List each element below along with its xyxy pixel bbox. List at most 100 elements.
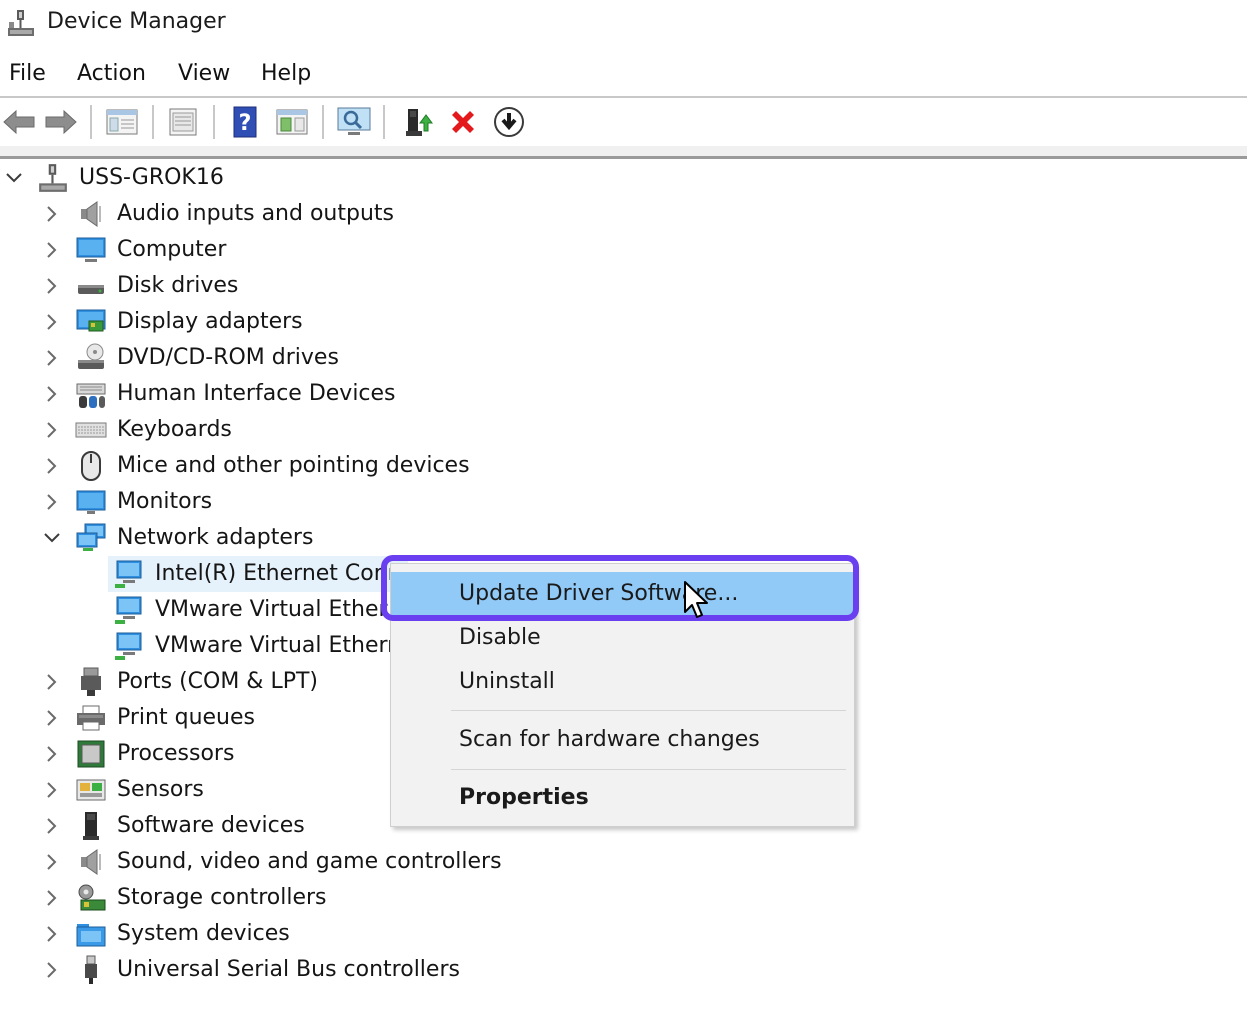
tree-root-label: USS-GROK16 [79, 165, 224, 190]
chevron-right-icon[interactable] [41, 772, 63, 808]
tree-item-label: DVD/CD-ROM drives [117, 345, 339, 370]
disk-drive-icon [78, 285, 104, 294]
chevron-right-icon[interactable] [41, 952, 63, 988]
context-menu-uninstall[interactable]: Uninstall [391, 660, 854, 704]
tree-item-label: Sound, video and game controllers [117, 849, 502, 874]
scan-monitor-icon [337, 107, 371, 135]
show-hide-console-tree-button[interactable] [103, 103, 141, 141]
tree-item-label: Ports (COM & LPT) [117, 669, 318, 694]
action-pane-icon [276, 109, 308, 135]
tree-item-label: System devices [117, 921, 290, 946]
menu-view[interactable]: View [178, 56, 230, 92]
printer-icon [77, 705, 105, 731]
tree-item-label: Display adapters [117, 309, 303, 334]
tree-item-label: Mice and other pointing devices [117, 453, 470, 478]
system-folder-icon [76, 924, 106, 947]
speaker-icon [81, 849, 101, 875]
chevron-right-icon[interactable] [41, 340, 63, 376]
usb-icon [85, 955, 97, 984]
svg-text:?: ? [239, 111, 252, 136]
processor-icon [77, 740, 105, 768]
annotation-highlight-box [381, 555, 859, 621]
help-book-icon: ? [233, 106, 257, 138]
chevron-right-icon[interactable] [41, 916, 63, 952]
properties-sheet-icon [169, 108, 197, 136]
storage-controller-icon [78, 884, 106, 911]
network-adapter-icon [115, 632, 142, 660]
context-menu-separator [451, 710, 846, 711]
chevron-right-icon[interactable] [41, 808, 63, 844]
forward-arrow-icon [45, 109, 77, 135]
menu-bar: File Action View Help [0, 56, 1247, 92]
forward-button[interactable] [42, 103, 80, 141]
toolbar-separator [90, 105, 92, 139]
device-manager-icon [8, 10, 34, 36]
help-button[interactable]: ? [226, 103, 264, 141]
computer-icon [76, 237, 106, 262]
red-x-icon [452, 111, 474, 133]
chevron-right-icon[interactable] [41, 448, 63, 484]
chevron-right-icon[interactable] [41, 412, 63, 448]
keyboard-icon [75, 422, 107, 438]
network-adapter-icon [115, 560, 142, 588]
chevron-down-icon[interactable] [3, 160, 25, 196]
context-menu-item-label: Properties [459, 785, 589, 810]
tree-item-label: Keyboards [117, 417, 232, 442]
software-device-icon [83, 812, 99, 840]
scan-hardware-button[interactable] [335, 103, 373, 141]
chevron-down-icon[interactable] [41, 520, 63, 556]
chevron-right-icon[interactable] [41, 196, 63, 232]
toolbar-bottom-border [0, 146, 1247, 159]
console-tree-icon [106, 109, 138, 135]
uninstall-device-button[interactable] [444, 103, 482, 141]
back-arrow-icon [3, 109, 35, 135]
computer-root-icon [39, 164, 67, 192]
chevron-right-icon[interactable] [41, 484, 63, 520]
context-menu-scan-hardware[interactable]: Scan for hardware changes [391, 718, 854, 762]
menu-file[interactable]: File [9, 56, 46, 92]
tree-item-label: Storage controllers [117, 885, 327, 910]
tree-item-label: Sensors [117, 777, 204, 802]
mouse-icon [81, 451, 101, 481]
toolbar-separator [152, 105, 154, 139]
menu-help[interactable]: Help [261, 56, 311, 92]
tree-item-label: Universal Serial Bus controllers [117, 957, 460, 982]
display-adapter-icon [76, 309, 106, 332]
tree-item-label: Print queues [117, 705, 255, 730]
chevron-right-icon[interactable] [41, 304, 63, 340]
back-button[interactable] [0, 103, 38, 141]
tree-item-label: Computer [117, 237, 227, 262]
chevron-right-icon[interactable] [41, 736, 63, 772]
chevron-right-icon[interactable] [41, 880, 63, 916]
chevron-right-icon[interactable] [41, 844, 63, 880]
mouse-pointer-icon [684, 581, 708, 618]
network-adapter-icon [115, 596, 142, 624]
tree-child-label: VMware Virtual Ether [155, 597, 388, 622]
context-menu-separator [451, 769, 846, 770]
menu-action[interactable]: Action [77, 56, 146, 92]
tree-item-label: Audio inputs and outputs [117, 201, 394, 226]
chevron-right-icon[interactable] [41, 700, 63, 736]
dvd-drive-icon [78, 343, 104, 369]
tree-item-label: Monitors [117, 489, 213, 514]
toolbar-divider [0, 96, 1247, 98]
tree-child-label: VMware Virtual Ethern [155, 633, 402, 658]
chevron-right-icon[interactable] [41, 232, 63, 268]
speaker-icon [81, 201, 101, 227]
properties-button[interactable] [164, 103, 202, 141]
context-menu-item-label: Uninstall [459, 669, 555, 694]
chevron-right-icon[interactable] [41, 268, 63, 304]
disable-device-button[interactable] [490, 103, 528, 141]
update-driver-icon [406, 109, 433, 136]
chevron-right-icon[interactable] [41, 376, 63, 412]
context-menu-item-label: Scan for hardware changes [459, 727, 760, 752]
monitor-icon [76, 490, 106, 514]
update-driver-button[interactable] [398, 103, 436, 141]
chevron-right-icon[interactable] [41, 664, 63, 700]
action-pane-button[interactable] [273, 103, 311, 141]
hid-icon [76, 383, 106, 408]
context-menu-disable[interactable]: Disable [391, 616, 854, 660]
toolbar-separator [322, 105, 324, 139]
toolbar-separator [213, 105, 215, 139]
context-menu-properties[interactable]: Properties [391, 776, 854, 820]
